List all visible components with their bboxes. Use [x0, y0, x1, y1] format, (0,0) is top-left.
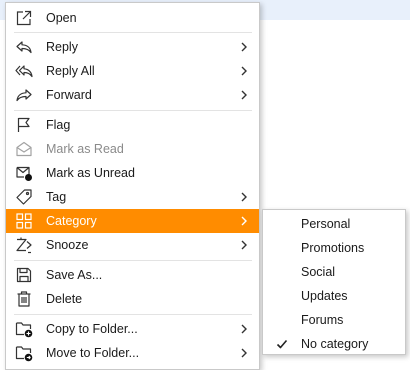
category-option-social[interactable]: Social	[263, 260, 405, 284]
category-option-label: No category	[301, 337, 369, 351]
menu-item-label: Tag	[46, 190, 67, 204]
category-option-no-category[interactable]: No category	[263, 332, 405, 356]
trash-icon	[15, 290, 33, 308]
reply-icon	[15, 38, 33, 56]
menu-item-label: Copy to Folder...	[46, 322, 138, 336]
category-grid-icon	[15, 212, 33, 230]
flag-icon	[15, 116, 33, 134]
menu-item-label: Category	[46, 214, 97, 228]
menu-item-save-as[interactable]: Save As...	[6, 263, 259, 287]
menu-item-delete[interactable]: Delete	[6, 287, 259, 311]
menu-item-copy-to-folder[interactable]: Copy to Folder...	[6, 317, 259, 341]
tag-icon	[15, 188, 33, 206]
snooze-icon	[15, 236, 33, 254]
category-option-label: Updates	[301, 289, 348, 303]
menu-item-open[interactable]: Open	[6, 6, 259, 30]
menu-item-move-to-folder[interactable]: Move to Folder...	[6, 341, 259, 365]
category-option-label: Promotions	[301, 241, 365, 255]
envelope-open-icon	[15, 140, 33, 158]
save-icon	[15, 266, 33, 284]
menu-item-label: Flag	[46, 118, 71, 132]
category-option-label: Social	[301, 265, 336, 279]
envelope-unread-icon	[15, 164, 33, 182]
menu-item-category[interactable]: Category	[6, 209, 259, 233]
category-option-promotions[interactable]: Promotions	[263, 236, 405, 260]
menu-item-label: Forward	[46, 88, 92, 102]
chevron-right-icon	[239, 323, 249, 335]
chevron-right-icon	[239, 191, 249, 203]
category-option-updates[interactable]: Updates	[263, 284, 405, 308]
chevron-right-icon	[239, 347, 249, 359]
chevron-right-icon	[239, 215, 249, 227]
category-option-label: Forums	[301, 313, 344, 327]
menu-item-label: Mark as Read	[46, 142, 124, 156]
chevron-right-icon	[239, 239, 249, 251]
menu-separator	[14, 110, 252, 111]
category-option-forums[interactable]: Forums	[263, 308, 405, 332]
menu-item-mark-as-unread[interactable]: Mark as Unread	[6, 161, 259, 185]
menu-item-forward[interactable]: Forward	[6, 83, 259, 107]
menu-item-label: Reply	[46, 40, 78, 54]
menu-item-label: Delete	[46, 292, 83, 306]
menu-item-label: Snooze	[46, 238, 89, 252]
menu-item-label: Open	[46, 11, 77, 25]
menu-item-flag[interactable]: Flag	[6, 113, 259, 137]
menu-item-snooze[interactable]: Snooze	[6, 233, 259, 257]
category-option-personal[interactable]: Personal	[263, 212, 405, 236]
chevron-right-icon	[239, 89, 249, 101]
menu-separator	[14, 32, 252, 33]
forward-icon	[15, 86, 33, 104]
menu-item-reply-all[interactable]: Reply All	[6, 59, 259, 83]
menu-separator	[14, 260, 252, 261]
menu-item-mark-as-read[interactable]: Mark as Read	[6, 137, 259, 161]
menu-item-label: Mark as Unread	[46, 166, 135, 180]
folder-copy-icon	[15, 320, 33, 338]
chevron-right-icon	[239, 65, 249, 77]
menu-item-label: Save As...	[46, 268, 103, 282]
menu-item-reply[interactable]: Reply	[6, 35, 259, 59]
open-external-icon	[15, 9, 33, 27]
chevron-right-icon	[239, 41, 249, 53]
category-submenu: Personal Promotions Social Updates Forum…	[262, 209, 406, 355]
menu-item-label: Move to Folder...	[46, 346, 140, 360]
menu-item-label: Reply All	[46, 64, 95, 78]
category-option-label: Personal	[301, 217, 351, 231]
folder-move-icon	[15, 344, 33, 362]
menu-item-tag[interactable]: Tag	[6, 185, 259, 209]
menu-separator	[14, 314, 252, 315]
context-menu: Open Reply Reply All Forward Flag Mark a…	[5, 2, 260, 370]
checkmark-icon	[275, 337, 289, 351]
reply-all-icon	[15, 62, 33, 80]
